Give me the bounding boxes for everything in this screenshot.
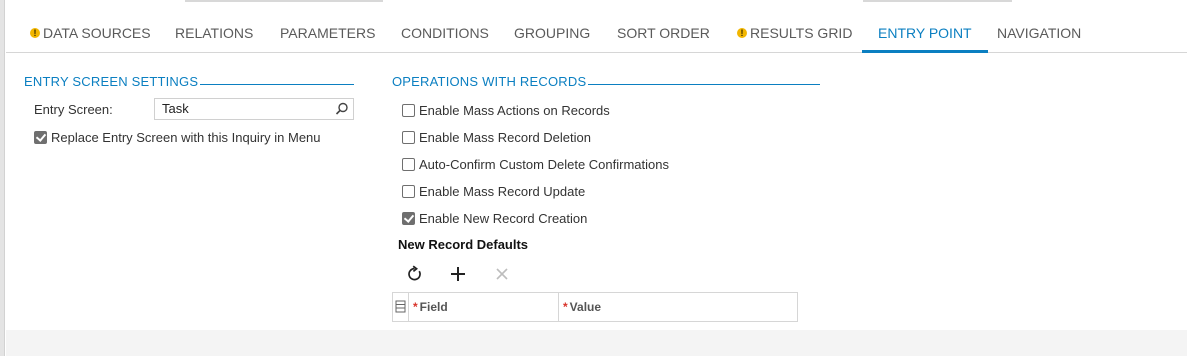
tab-parameters[interactable]: PARAMETERS (280, 14, 375, 52)
checkbox-unchecked[interactable] (402, 157, 415, 171)
auto-confirm-checkbox[interactable]: Auto-Confirm Custom Delete Confirmations (402, 156, 669, 172)
checkbox-checked[interactable] (402, 211, 415, 225)
tab-entry-point[interactable]: ENTRY POINT (862, 14, 988, 53)
new-record-defaults-title: New Record Defaults (398, 237, 529, 252)
section-divider (200, 84, 354, 85)
tab-label: ENTRY POINT (878, 25, 972, 41)
tab-label: PARAMETERS (280, 25, 376, 41)
column-header-value[interactable]: * Value (559, 293, 797, 321)
column-config-icon[interactable] (393, 293, 407, 321)
mass-deletion-checkbox[interactable]: Enable Mass Record Deletion (402, 129, 591, 145)
operations-title: OPERATIONS WITH RECORDS (392, 74, 587, 89)
grid-empty-area (6, 330, 1187, 356)
new-record-creation-checkbox[interactable]: Enable New Record Creation (402, 210, 587, 226)
tab-label: RESULTS GRID (750, 25, 853, 41)
tab-relations[interactable]: RELATIONS (175, 14, 253, 52)
mass-actions-checkbox[interactable]: Enable Mass Actions on Records (402, 102, 610, 118)
checkbox-unchecked[interactable] (402, 103, 415, 117)
tab-bar: ! DATA SOURCES RELATIONS PARAMETERS CONDI… (6, 14, 1187, 53)
entry-settings-title: ENTRY SCREEN SETTINGS (24, 74, 199, 89)
tab-conditions[interactable]: CONDITIONS (401, 14, 489, 52)
tab-data-sources[interactable]: ! DATA SOURCES (30, 14, 151, 52)
tab-results-grid[interactable]: ! RESULTS GRID (737, 14, 852, 52)
checkbox-label: Auto-Confirm Custom Delete Confirmations (419, 156, 669, 172)
checkbox-unchecked[interactable] (402, 130, 415, 144)
tab-label: GROUPING (514, 25, 591, 41)
tab-label: RELATIONS (175, 25, 254, 41)
search-icon[interactable] (335, 102, 349, 116)
column-config-button[interactable] (393, 293, 409, 321)
tab-label: NAVIGATION (997, 25, 1082, 41)
left-panel-edge (0, 0, 5, 356)
entry-screen-field[interactable]: Task (154, 98, 354, 120)
defaults-grid: * Field * Value (392, 292, 798, 322)
tab-navigation[interactable]: NAVIGATION (997, 14, 1081, 52)
entry-screen-label: Entry Screen: (34, 102, 113, 117)
checkbox-label: Enable New Record Creation (419, 210, 588, 226)
top-divider (863, 0, 1012, 2)
replace-entry-screen-checkbox[interactable]: Replace Entry Screen with this Inquiry i… (34, 129, 321, 145)
column-label: Field (419, 300, 448, 314)
tab-label: DATA SOURCES (43, 25, 151, 41)
column-label: Value (569, 300, 602, 314)
warning-icon: ! (737, 28, 747, 38)
add-icon[interactable] (447, 263, 469, 285)
checkbox-label: Enable Mass Record Deletion (419, 129, 591, 145)
warning-icon: ! (30, 28, 40, 38)
checkbox-label: Replace Entry Screen with this Inquiry i… (51, 129, 321, 145)
tab-sort-order[interactable]: SORT ORDER (617, 14, 710, 52)
mass-update-checkbox[interactable]: Enable Mass Record Update (402, 183, 585, 199)
checkbox-unchecked[interactable] (402, 184, 415, 198)
close-icon[interactable] (491, 263, 513, 285)
tab-label: CONDITIONS (401, 25, 489, 41)
section-divider (588, 84, 820, 85)
refresh-icon[interactable] (404, 263, 426, 285)
tab-grouping[interactable]: GROUPING (514, 14, 590, 52)
required-mark: * (413, 300, 418, 314)
checkbox-label: Enable Mass Record Update (419, 183, 586, 199)
tab-label: SORT ORDER (617, 25, 710, 41)
column-header-field[interactable]: * Field (409, 293, 559, 321)
required-mark: * (563, 300, 568, 314)
entry-screen-value: Task (162, 101, 189, 116)
checkbox-label: Enable Mass Actions on Records (419, 102, 610, 118)
top-divider (185, 0, 383, 2)
checkbox-checked[interactable] (34, 130, 47, 144)
